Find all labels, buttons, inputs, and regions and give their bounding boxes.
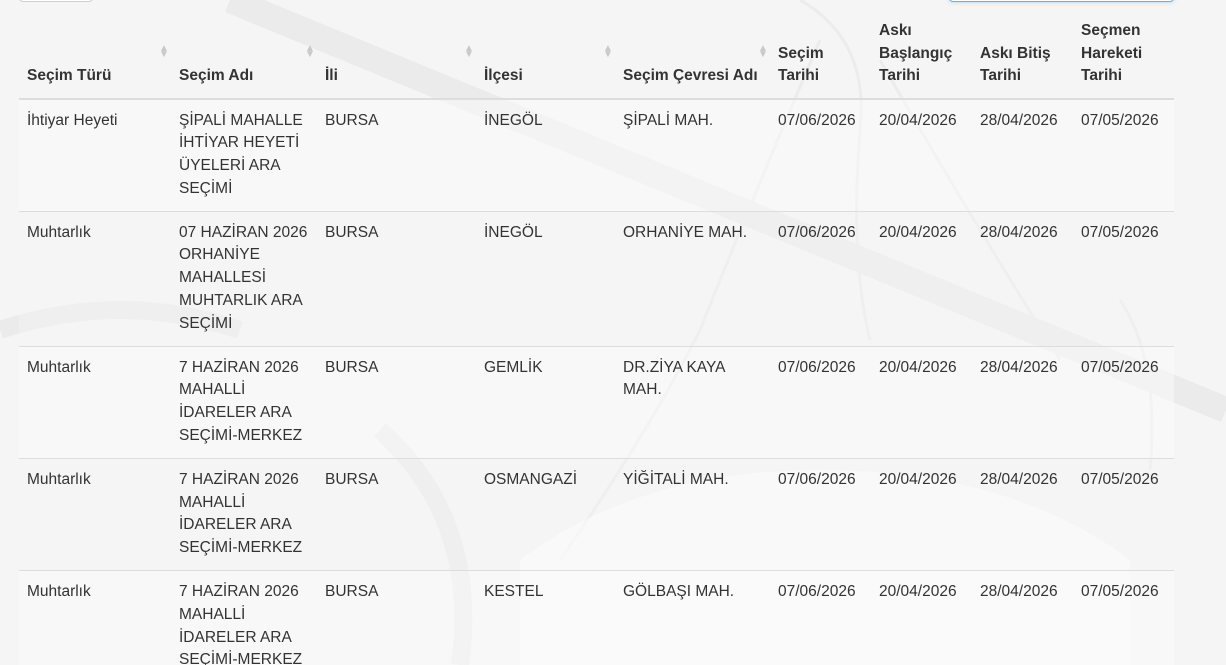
cell-secmen-hareketi-tarihi: 07/05/2026: [1073, 210, 1174, 347]
election-results-table: Seçim Türü ▲ ▼ Seçim Adı ▲ ▼ İli ▲ ▼ İlçesi…: [19, 12, 1174, 665]
cell-secim-cevresi-adi: ORHANİYE MAH.: [615, 210, 770, 347]
cell-ilcesi: İNEGÖL: [476, 98, 615, 212]
cell-ili: BURSA: [317, 457, 476, 571]
column-header-secim-turu[interactable]: Seçim Türü ▲ ▼: [19, 12, 171, 100]
column-header-aski-bitis-tarihi: Askı Bitiş Tarihi: [972, 12, 1073, 100]
sort-icon: ▲ ▼: [758, 43, 768, 60]
cell-aski-baslangic-tarihi: 20/04/2026: [871, 210, 972, 347]
cell-secmen-hareketi-tarihi: 07/05/2026: [1073, 570, 1174, 665]
cell-secim-adi: 7 HAZİRAN 2026 MAHALLİ İDARELER ARA SEÇİ…: [171, 457, 317, 571]
table-row: İhtiyar Heyeti ŞİPALİ MAHALLE İHTİYAR HE…: [19, 98, 1174, 212]
sort-icon: ▲ ▼: [603, 43, 613, 60]
cell-ilcesi: GEMLİK: [476, 345, 615, 459]
cell-ilcesi: KESTEL: [476, 570, 615, 665]
cell-ili: BURSA: [317, 345, 476, 459]
cell-ili: BURSA: [317, 98, 476, 212]
cell-secim-cevresi-adi: YİĞİTALİ MAH.: [615, 457, 770, 571]
column-header-aski-baslangic-tarihi: Askı Başlangıç Tarihi: [871, 12, 972, 100]
cell-secim-turu: Muhtarlık: [19, 457, 171, 571]
cell-ilcesi: İNEGÖL: [476, 210, 615, 347]
column-header-ili[interactable]: İli ▲ ▼: [317, 12, 476, 100]
cell-secim-adi: 7 HAZİRAN 2026 MAHALLİ İDARELER ARA SEÇİ…: [171, 570, 317, 665]
cell-aski-baslangic-tarihi: 20/04/2026: [871, 457, 972, 571]
column-header-secmen-hareketi-tarihi: Seçmen Hareketi Tarihi: [1073, 12, 1174, 100]
cell-secim-cevresi-adi: ŞİPALİ MAH.: [615, 98, 770, 212]
cell-aski-bitis-tarihi: 28/04/2026: [972, 570, 1073, 665]
column-header-label: Seçim Türü: [27, 67, 112, 84]
cell-aski-bitis-tarihi: 28/04/2026: [972, 210, 1073, 347]
cell-aski-bitis-tarihi: 28/04/2026: [972, 345, 1073, 459]
table-search-input[interactable]: [949, 0, 1174, 2]
cell-secim-turu: Muhtarlık: [19, 570, 171, 665]
cell-secim-tarihi: 07/06/2026: [770, 570, 871, 665]
cell-secim-cevresi-adi: DR.ZİYA KAYA MAH.: [615, 345, 770, 459]
column-header-secim-tarihi: Seçim Tarihi: [770, 12, 871, 100]
cell-aski-bitis-tarihi: 28/04/2026: [972, 98, 1073, 212]
column-header-label: Seçmen Hareketi Tarihi: [1081, 22, 1143, 84]
cell-secim-tarihi: 07/06/2026: [770, 345, 871, 459]
cell-secim-tarihi: 07/06/2026: [770, 98, 871, 212]
cell-ili: BURSA: [317, 210, 476, 347]
cell-secim-tarihi: 07/06/2026: [770, 457, 871, 571]
cell-ili: BURSA: [317, 570, 476, 665]
cell-secmen-hareketi-tarihi: 07/05/2026: [1073, 98, 1174, 212]
cell-secim-turu: Muhtarlık: [19, 345, 171, 459]
cell-aski-baslangic-tarihi: 20/04/2026: [871, 570, 972, 665]
cell-secim-cevresi-adi: GÖLBAŞI MAH.: [615, 570, 770, 665]
cell-secim-adi: 7 HAZİRAN 2026 MAHALLİ İDARELER ARA SEÇİ…: [171, 345, 317, 459]
cell-secim-adi: 07 HAZİRAN 2026 ORHANİYE MAHALLESİ MUHTA…: [171, 210, 317, 347]
cell-ilcesi: OSMANGAZİ: [476, 457, 615, 571]
cell-secim-adi: ŞİPALİ MAHALLE İHTİYAR HEYETİ ÜYELERİ AR…: [171, 98, 317, 212]
cell-secmen-hareketi-tarihi: 07/05/2026: [1073, 345, 1174, 459]
column-header-label: Seçim Adı: [179, 67, 254, 84]
table-row: Muhtarlık 7 HAZİRAN 2026 MAHALLİ İDARELE…: [19, 345, 1174, 459]
column-header-label: Seçim Tarihi: [778, 44, 824, 85]
cell-aski-baslangic-tarihi: 20/04/2026: [871, 98, 972, 212]
table-row: Muhtarlık 7 HAZİRAN 2026 MAHALLİ İDARELE…: [19, 457, 1174, 571]
column-header-label: Seçim Çevresi Adı: [623, 67, 758, 84]
column-header-label: İlçesi: [484, 67, 523, 84]
cell-secim-tarihi: 07/06/2026: [770, 210, 871, 347]
sort-icon: ▲ ▼: [464, 43, 474, 60]
column-header-label: İli: [325, 67, 338, 84]
table-row: Muhtarlık 7 HAZİRAN 2026 MAHALLİ İDARELE…: [19, 570, 1174, 665]
cell-aski-bitis-tarihi: 28/04/2026: [972, 457, 1073, 571]
cell-secim-turu: İhtiyar Heyeti: [19, 98, 171, 212]
column-header-label: Askı Başlangıç Tarihi: [879, 22, 953, 84]
cell-aski-baslangic-tarihi: 20/04/2026: [871, 345, 972, 459]
column-header-secim-adi[interactable]: Seçim Adı ▲ ▼: [171, 12, 317, 100]
cell-secmen-hareketi-tarihi: 07/05/2026: [1073, 457, 1174, 571]
page-size-select[interactable]: [19, 0, 93, 2]
sort-icon: ▲ ▼: [159, 43, 169, 60]
cell-secim-turu: Muhtarlık: [19, 210, 171, 347]
column-header-secim-cevresi-adi[interactable]: Seçim Çevresi Adı ▲ ▼: [615, 12, 770, 100]
table-header-row: Seçim Türü ▲ ▼ Seçim Adı ▲ ▼ İli ▲ ▼ İlçesi…: [19, 12, 1174, 100]
column-header-ilcesi[interactable]: İlçesi ▲ ▼: [476, 12, 615, 100]
sort-icon: ▲ ▼: [305, 43, 315, 60]
column-header-label: Askı Bitiş Tarihi: [980, 44, 1051, 85]
table-row: Muhtarlık 07 HAZİRAN 2026 ORHANİYE MAHAL…: [19, 210, 1174, 347]
